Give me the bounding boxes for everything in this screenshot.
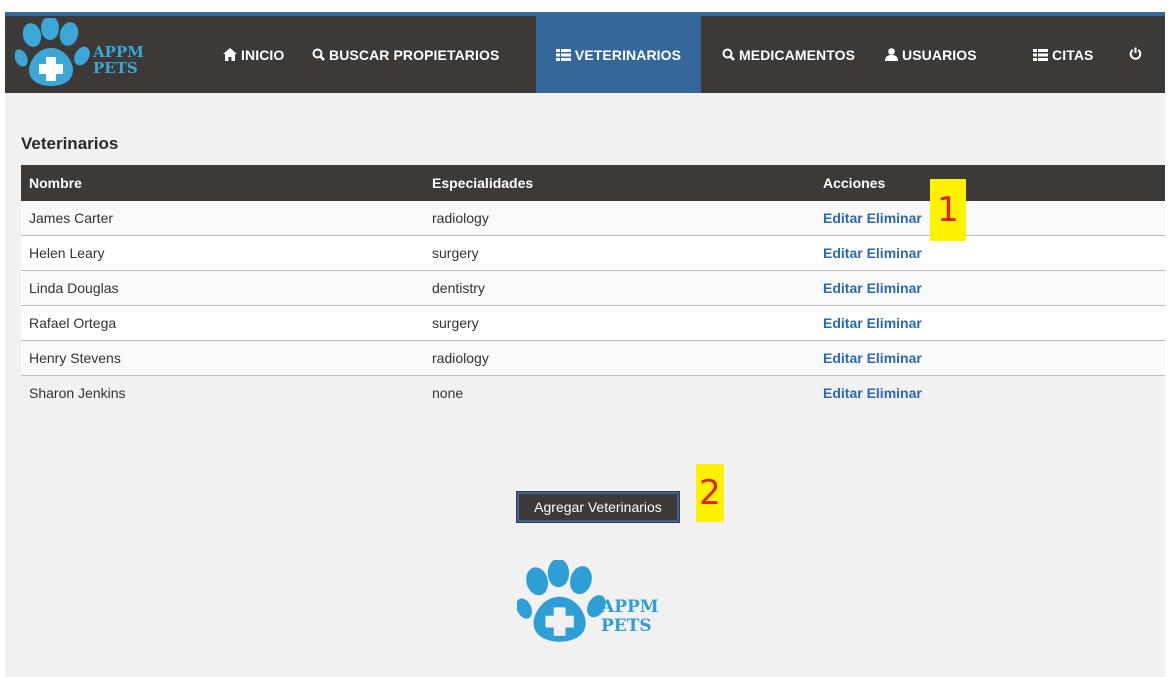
- edit-link[interactable]: Editar: [823, 245, 863, 261]
- home-icon: [223, 48, 237, 61]
- delete-link[interactable]: Eliminar: [867, 280, 922, 296]
- vet-name: Linda Douglas: [21, 270, 424, 306]
- edit-link[interactable]: Editar: [823, 280, 863, 296]
- vet-specialty: radiology: [424, 201, 815, 236]
- paw-logo-icon: [15, 18, 90, 86]
- table-row: Linda Douglas dentistry Editar Eliminar: [21, 270, 1165, 306]
- delete-link[interactable]: Eliminar: [867, 350, 922, 366]
- delete-link[interactable]: Eliminar: [867, 210, 922, 226]
- power-icon: [1129, 47, 1142, 63]
- vet-actions: Editar Eliminar: [815, 375, 1165, 410]
- delete-link[interactable]: Eliminar: [867, 385, 922, 401]
- user-icon: [885, 48, 898, 61]
- vet-specialty: surgery: [424, 235, 815, 271]
- nav-item-veterinarios[interactable]: VETERINARIOS: [536, 16, 701, 93]
- footer-line-2: PETS: [601, 616, 652, 636]
- delete-link[interactable]: Eliminar: [867, 245, 922, 261]
- brand-text: APPM PETS: [93, 44, 144, 76]
- table-row: Helen Leary surgery Editar Eliminar: [21, 235, 1165, 271]
- table-row: Sharon Jenkins none Editar Eliminar: [21, 375, 1165, 410]
- vet-specialty: surgery: [424, 305, 815, 341]
- vet-specialty: none: [424, 375, 815, 410]
- nav-item-usuarios[interactable]: USUARIOS: [885, 16, 977, 93]
- vet-name: Rafael Ortega: [21, 305, 424, 341]
- annotation-marker-2: 2: [696, 464, 724, 522]
- paw-logo-icon: [516, 558, 606, 642]
- vet-actions: Editar Eliminar: [815, 305, 1165, 341]
- search-icon: [722, 48, 735, 61]
- annotation-marker-1: 1: [930, 179, 966, 241]
- vet-specialty: radiology: [424, 340, 815, 376]
- top-navbar: APPM PETS INICIO BUSCAR PROPIETARIOS VET…: [5, 12, 1165, 93]
- vet-actions: Editar Eliminar: [815, 340, 1165, 376]
- logout-button[interactable]: [1129, 16, 1142, 93]
- vet-name: Sharon Jenkins: [21, 375, 424, 410]
- veterinarians-table: Nombre Especialidades Acciones James Car…: [21, 165, 1165, 410]
- footer-logo: APPM PETS: [516, 558, 697, 650]
- nav-item-citas[interactable]: CITAS: [1033, 16, 1093, 93]
- brand-logo[interactable]: APPM PETS: [15, 18, 145, 92]
- edit-link[interactable]: Editar: [823, 210, 863, 226]
- nav-item-medicamentos[interactable]: MEDICAMENTOS: [722, 16, 855, 93]
- nav-label-citas: CITAS: [1052, 46, 1094, 63]
- nav-item-buscar-propietarios[interactable]: BUSCAR PROPIETARIOS: [312, 16, 499, 93]
- table-row: James Carter radiology Editar Eliminar: [21, 201, 1165, 236]
- vet-name: Henry Stevens: [21, 340, 424, 376]
- brand-line-1: APPM: [93, 43, 144, 61]
- nav-label-usuarios: USUARIOS: [902, 46, 977, 63]
- footer-brand-text: APPM PETS: [601, 598, 659, 636]
- vet-name: Helen Leary: [21, 235, 424, 271]
- nav-label-medicamentos: MEDICAMENTOS: [739, 46, 856, 63]
- edit-link[interactable]: Editar: [823, 350, 863, 366]
- header-acciones: Acciones: [823, 175, 886, 191]
- vet-specialty: dentistry: [424, 270, 815, 306]
- nav-label-buscar-propietarios: BUSCAR PROPIETARIOS: [329, 46, 500, 63]
- table-header-row: Nombre Especialidades Acciones: [21, 165, 1165, 201]
- add-veterinarian-button[interactable]: Agregar Veterinarios: [517, 492, 679, 522]
- table-row: Rafael Ortega surgery Editar Eliminar: [21, 305, 1165, 341]
- edit-link[interactable]: Editar: [823, 385, 863, 401]
- app-frame: APPM PETS INICIO BUSCAR PROPIETARIOS VET…: [5, 12, 1165, 677]
- header-nombre: Nombre: [29, 175, 82, 191]
- vet-actions: Editar Eliminar: [815, 270, 1165, 306]
- vet-actions: Editar Eliminar: [815, 235, 1165, 271]
- search-icon: [312, 48, 325, 61]
- brand-line-2: PETS: [93, 59, 138, 77]
- nav-label-veterinarios: VETERINARIOS: [574, 46, 682, 63]
- list-icon: [555, 48, 571, 61]
- table-row: Henry Stevens radiology Editar Eliminar: [21, 340, 1165, 376]
- header-especialidades: Especialidades: [432, 175, 534, 191]
- delete-link[interactable]: Eliminar: [867, 315, 922, 331]
- footer-line-1: APPM: [601, 597, 659, 617]
- nav-item-inicio[interactable]: INICIO: [223, 16, 284, 93]
- vet-name: James Carter: [21, 201, 424, 236]
- list-icon: [1033, 48, 1048, 61]
- vet-actions: Editar Eliminar: [815, 201, 1165, 236]
- page-title: Veterinarios: [21, 134, 119, 153]
- nav-label-inicio: INICIO: [241, 46, 285, 63]
- edit-link[interactable]: Editar: [823, 315, 863, 331]
